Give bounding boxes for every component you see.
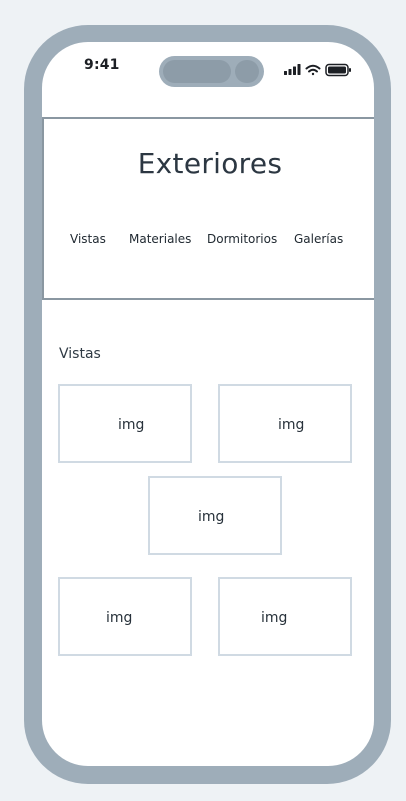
image-placeholder-label: img (106, 610, 133, 626)
phone-screen: 9:41 Exteriores Vistas Materiales Dormit… (42, 42, 374, 766)
status-icons (284, 62, 352, 77)
dynamic-island (159, 56, 264, 87)
image-placeholder[interactable]: img (218, 384, 352, 463)
status-time: 9:41 (84, 57, 120, 73)
image-placeholder[interactable]: img (148, 476, 282, 555)
page-title: Exteriores (137, 147, 283, 180)
island-sensor (163, 60, 231, 83)
image-placeholder-label: img (261, 610, 288, 626)
image-placeholder-label: img (278, 417, 305, 433)
image-placeholder[interactable]: img (58, 384, 192, 463)
nav-item-galerias[interactable]: Galerías (294, 232, 343, 246)
camera-lens (235, 60, 259, 83)
image-placeholder[interactable]: img (58, 577, 192, 656)
wifi-icon (305, 64, 321, 76)
nav-item-dormitorios[interactable]: Dormitorios (207, 232, 277, 246)
section-title: Vistas (59, 346, 101, 362)
nav-item-vistas[interactable]: Vistas (70, 232, 106, 246)
image-placeholder[interactable]: img (218, 577, 352, 656)
cellular-signal-icon (284, 64, 301, 75)
image-placeholder-label: img (198, 509, 225, 525)
nav-item-materiales[interactable]: Materiales (129, 232, 191, 246)
page-header: Exteriores Vistas Materiales Dormitorios… (42, 117, 374, 300)
battery-icon (325, 63, 351, 77)
image-placeholder-label: img (118, 417, 145, 433)
